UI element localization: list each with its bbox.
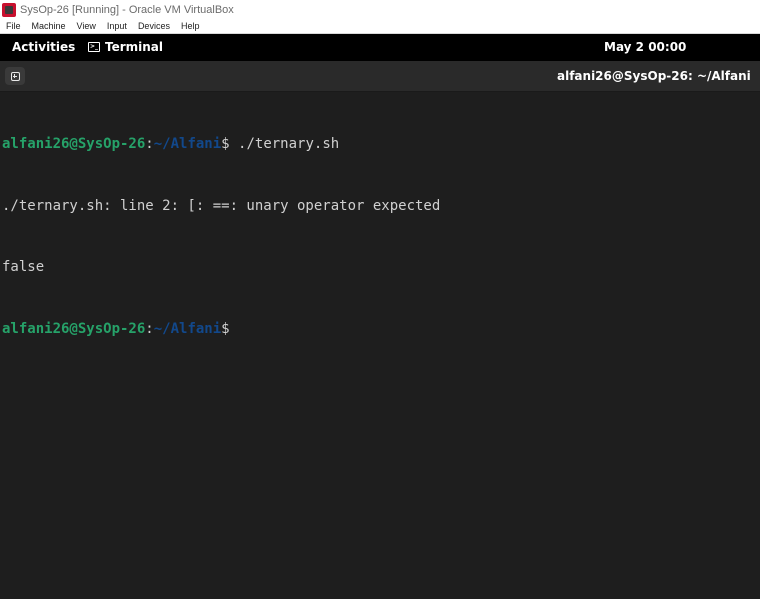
new-tab-icon [10,71,20,81]
menu-machine[interactable]: Machine [32,21,66,31]
prompt-path: ~/Alfani [153,320,222,337]
prompt-line: alfani26@SysOp-26:~/Alfani$ ./ternary.sh [2,134,760,155]
prompt-line: alfani26@SysOp-26:~/Alfani$ [2,319,760,340]
prompt-dollar: $ [221,320,230,337]
new-tab-button[interactable] [5,67,25,85]
prompt-path: ~/Alfani [153,136,222,152]
terminal-title: alfani26@SysOp-26: ~/Alfani [557,69,751,83]
virtualbox-menu-bar: File Machine View Input Devices Help [0,19,760,34]
terminal-header-bar: alfani26@SysOp-26: ~/Alfani [0,61,760,92]
app-menu-terminal[interactable]: >_ Terminal [88,40,163,54]
menu-view[interactable]: View [77,21,96,31]
prompt-separator: : [145,320,154,337]
prompt-user: alfani26@SysOp-26 [2,136,146,152]
terminal-icon: >_ [88,42,100,52]
output-line: ./ternary.sh: line 2: [: ==: unary opera… [2,197,441,214]
clock[interactable]: May 2 00:00 [604,40,686,54]
menu-input[interactable]: Input [107,21,127,31]
terminal-output-area[interactable]: alfani26@SysOp-26:~/Alfani$ ./ternary.sh… [0,93,760,599]
window-title: SysOp-26 [Running] - Oracle VM VirtualBo… [20,3,234,16]
menu-help[interactable]: Help [181,21,200,31]
app-menu-label: Terminal [105,40,164,54]
virtualbox-icon [2,2,16,17]
menu-file[interactable]: File [6,21,21,31]
activities-button[interactable]: Activities [12,40,75,54]
gnome-top-bar: Activities >_ Terminal May 2 00:00 [0,34,760,61]
menu-devices[interactable]: Devices [138,21,170,31]
prompt-separator: : [145,136,154,152]
prompt-user: alfani26@SysOp-26 [2,320,146,337]
prompt-dollar: $ [221,136,230,152]
virtualbox-title-bar: SysOp-26 [Running] - Oracle VM VirtualBo… [0,0,760,19]
command-text: ./ternary.sh [229,136,340,152]
output-line: false [2,259,45,275]
